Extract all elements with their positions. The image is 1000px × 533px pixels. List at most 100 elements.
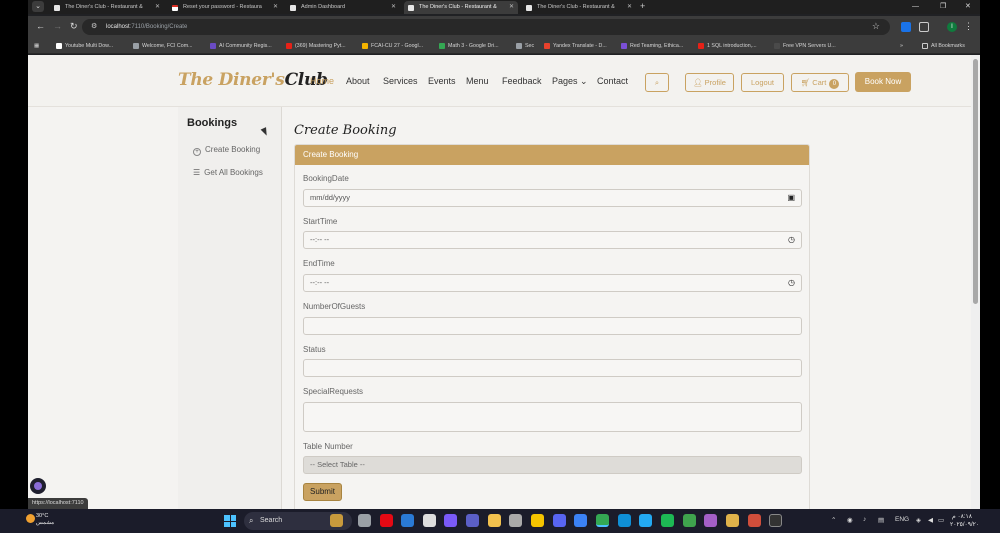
battery-icon[interactable]: ▭ xyxy=(938,516,944,524)
edge-icon[interactable] xyxy=(618,514,631,527)
window-close-icon[interactable]: ✕ xyxy=(965,0,971,13)
language-indicator[interactable]: ENG xyxy=(895,516,909,523)
close-icon[interactable]: ✕ xyxy=(509,1,514,14)
app-icon[interactable] xyxy=(748,514,761,527)
all-bookmarks[interactable]: All Bookmarks xyxy=(922,41,965,51)
apps-grid-icon[interactable]: ▦ xyxy=(34,41,39,51)
close-icon[interactable]: ✕ xyxy=(155,1,160,14)
tab-1[interactable]: The Diner's Club - Restaurant & ✕ xyxy=(50,1,164,14)
site-info-icon[interactable]: ⚙ xyxy=(91,22,97,30)
app-icon[interactable] xyxy=(401,514,414,527)
bookmark-3[interactable]: AI Community Regis... xyxy=(210,41,272,51)
task-view-icon[interactable] xyxy=(358,514,371,527)
taskbar-clock[interactable]: ٠٨:١٨ م ٢٠٢٥/٠٩/٢٠ xyxy=(950,513,979,529)
spotify-icon[interactable] xyxy=(661,514,674,527)
tab-2[interactable]: Reset your password - Restaura ✕ xyxy=(168,1,282,14)
bookmark-9[interactable]: 1 SQL introduction,... xyxy=(698,41,757,51)
book-now-button[interactable]: Book Now xyxy=(855,72,911,92)
teams-icon[interactable] xyxy=(466,514,479,527)
bookmark-8[interactable]: Red Teaming, Ethica... xyxy=(621,41,683,51)
bookmarks-overflow-icon[interactable]: » xyxy=(900,41,903,51)
submit-button[interactable]: Submit xyxy=(303,483,342,501)
search-button[interactable]: ⌕ xyxy=(645,73,669,92)
bookmark-10[interactable]: Free VPN Servers U... xyxy=(774,41,836,51)
table-number-select[interactable]: -- Select Table -- xyxy=(303,456,802,474)
netflix-icon[interactable] xyxy=(380,514,393,527)
clock-icon[interactable]: ◷ xyxy=(788,232,795,248)
nav-services[interactable]: Services xyxy=(383,76,418,86)
tray-chevron-up-icon[interactable]: ⌃ xyxy=(831,516,836,524)
close-icon[interactable]: ✕ xyxy=(391,1,396,14)
clock-icon[interactable]: ◷ xyxy=(788,275,795,291)
close-icon[interactable]: ✕ xyxy=(627,1,632,14)
floating-app-icon[interactable] xyxy=(30,478,46,494)
tab-5[interactable]: The Diner's Club - Restaurant & ✕ xyxy=(522,1,636,14)
nav-pages[interactable]: Pages ⌄ xyxy=(552,76,588,87)
start-time-input[interactable]: --:-- -- ◷ xyxy=(303,231,802,249)
profile-button[interactable]: 👤︎ Profile xyxy=(685,73,734,92)
file-explorer-icon[interactable] xyxy=(488,514,501,527)
nav-menu[interactable]: Menu xyxy=(466,76,489,86)
chrome-icon[interactable] xyxy=(596,514,609,527)
nav-feedback[interactable]: Feedback xyxy=(502,76,542,86)
bookmark-folder-sec[interactable]: Sec xyxy=(516,41,534,51)
tab-3[interactable]: Admin Dashboard ✕ xyxy=(286,1,400,14)
nav-events[interactable]: Events xyxy=(428,76,456,86)
sidebar-item-get-all-bookings[interactable]: ☰ Get All Bookings xyxy=(193,168,263,177)
status-input[interactable] xyxy=(303,359,802,377)
mic-icon[interactable]: ♪ xyxy=(863,516,866,523)
store-icon[interactable] xyxy=(509,514,522,527)
minimize-icon[interactable]: — xyxy=(912,0,919,13)
bookmark-4[interactable]: (369) Mastering Pyt... xyxy=(286,41,346,51)
calendar-icon[interactable]: ▣ xyxy=(787,190,795,206)
bookmark-5[interactable]: FCAI-CU 27 - Googl... xyxy=(362,41,423,51)
number-of-guests-input[interactable] xyxy=(303,317,802,335)
nav-about[interactable]: About xyxy=(346,76,370,86)
copilot-icon[interactable] xyxy=(444,514,457,527)
app-icon[interactable] xyxy=(726,514,739,527)
visual-studio-icon[interactable] xyxy=(704,514,717,527)
reload-icon[interactable]: ↻ xyxy=(70,21,78,32)
browser-menu-icon[interactable]: ⋮ xyxy=(964,21,973,32)
nav-home[interactable]: Home xyxy=(310,76,334,86)
new-tab-button[interactable]: + xyxy=(640,0,645,13)
volume-icon[interactable]: ◀ xyxy=(928,516,933,524)
forward-icon[interactable]: → xyxy=(53,21,62,32)
nav-contact[interactable]: Contact xyxy=(597,76,628,86)
back-icon[interactable]: ← xyxy=(36,21,45,32)
site-logo[interactable]: The Diner'sClub xyxy=(178,70,328,90)
windows-start-icon[interactable] xyxy=(224,515,236,527)
extensions-puzzle-icon[interactable] xyxy=(919,22,929,32)
bookmark-7[interactable]: Yandex Translate - D... xyxy=(544,41,607,51)
vscode-icon[interactable] xyxy=(639,514,652,527)
page-scrollbar[interactable] xyxy=(971,55,980,509)
special-requests-textarea[interactable] xyxy=(303,402,802,432)
weather-widget[interactable]: 30°C مشمس xyxy=(26,513,54,527)
bookmark-1[interactable]: Youtube Multi Dow... xyxy=(56,41,113,51)
discord-icon[interactable] xyxy=(553,514,566,527)
sidebar-item-create-booking[interactable]: + Create Booking xyxy=(193,145,260,156)
extension-icon[interactable] xyxy=(901,22,911,32)
logout-button[interactable]: Logout xyxy=(741,73,784,92)
address-bar[interactable]: ⚙ localhost:7110/Booking/Create ☆ xyxy=(82,19,890,35)
bookmark-star-icon[interactable]: ☆ xyxy=(872,21,880,32)
bookmark-2[interactable]: Welcome, FCI Com... xyxy=(133,41,193,51)
restore-icon[interactable]: ❐ xyxy=(940,0,946,13)
excel-icon[interactable] xyxy=(683,514,696,527)
tab-4-active[interactable]: The Diner's Club - Restaurant & ✕ xyxy=(404,1,518,14)
todo-icon[interactable] xyxy=(574,514,587,527)
profile-avatar[interactable]: I xyxy=(947,22,957,32)
url-text[interactable]: localhost:7110/Booking/Create xyxy=(106,22,187,32)
end-time-input[interactable]: --:-- -- ◷ xyxy=(303,274,802,292)
app-icon[interactable] xyxy=(423,514,436,527)
scrollbar-thumb[interactable] xyxy=(973,59,978,304)
booking-date-input[interactable]: mm/dd/yyyy ▣ xyxy=(303,189,802,207)
network-icon[interactable]: ▤ xyxy=(878,516,884,524)
wifi-icon[interactable]: ◈ xyxy=(916,516,921,524)
close-icon[interactable]: ✕ xyxy=(273,1,278,14)
tray-app-icon[interactable]: ◉ xyxy=(847,516,853,524)
cart-button[interactable]: 🛒︎ Cart 0 xyxy=(791,73,849,92)
tab-search-button[interactable]: ⌄ xyxy=(32,1,44,12)
terminal-icon[interactable] xyxy=(769,514,782,527)
bookmark-6[interactable]: Math 3 - Google Dri... xyxy=(439,41,499,51)
